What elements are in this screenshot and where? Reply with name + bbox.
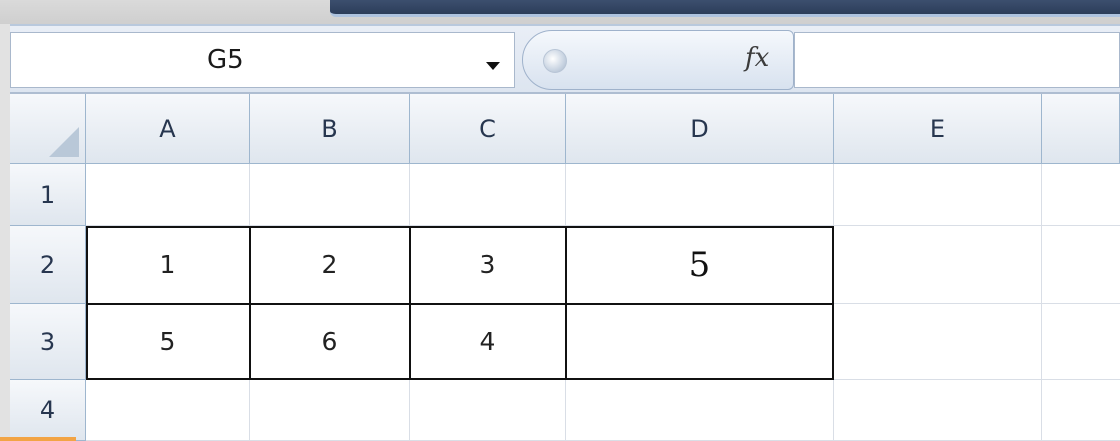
column-header-label: C <box>479 114 496 143</box>
column-header-label: A <box>159 114 176 143</box>
cell-c1[interactable] <box>410 164 566 226</box>
row-header-3[interactable]: 3 <box>10 304 86 380</box>
name-box[interactable]: G5 <box>10 32 515 88</box>
row-header-label: 2 <box>39 250 56 279</box>
cell-a3[interactable]: 5 <box>86 304 250 380</box>
formula-controls: fx <box>522 30 794 90</box>
row-header-4[interactable]: 4 <box>10 380 86 441</box>
cell-e2[interactable] <box>834 226 1042 304</box>
column-header-f-partial[interactable] <box>1042 94 1120 164</box>
cell-a2[interactable]: 1 <box>86 226 250 304</box>
cell-b2[interactable]: 2 <box>250 226 410 304</box>
cell-c2[interactable]: 3 <box>410 226 566 304</box>
cell-f4-partial[interactable] <box>1042 380 1120 441</box>
row-header-2[interactable]: 2 <box>10 226 86 304</box>
column-header-label: B <box>321 114 338 143</box>
column-header-c[interactable]: C <box>410 94 566 164</box>
cell-f1-partial[interactable] <box>1042 164 1120 226</box>
name-box-value: G5 <box>207 45 244 75</box>
column-header-label: D <box>690 114 709 143</box>
cell-c4[interactable] <box>410 380 566 441</box>
cell-e3[interactable] <box>834 304 1042 380</box>
select-all-triangle-icon <box>49 127 79 157</box>
formula-bar: G5 fx <box>10 24 1120 94</box>
cell-b3[interactable]: 6 <box>250 304 410 380</box>
formula-input[interactable] <box>794 32 1120 88</box>
cell-value: 1 <box>159 250 176 279</box>
cell-f2-partial[interactable] <box>1042 226 1120 304</box>
cell-a4[interactable] <box>86 380 250 441</box>
row-header-label: 1 <box>39 180 56 209</box>
cell-b4[interactable] <box>250 380 410 441</box>
table-divider-row <box>86 303 834 305</box>
cell-value: 6 <box>321 327 338 356</box>
row-header-1[interactable]: 1 <box>10 164 86 226</box>
cell-f3-partial[interactable] <box>1042 304 1120 380</box>
active-row-indicator <box>0 437 76 441</box>
row-header-label: 3 <box>39 327 56 356</box>
column-header-e[interactable]: E <box>834 94 1042 164</box>
column-header-b[interactable]: B <box>250 94 410 164</box>
cell-c3[interactable]: 4 <box>410 304 566 380</box>
fx-label: fx <box>745 43 770 73</box>
cell-value: 4 <box>479 327 496 356</box>
cell-value: 2 <box>321 250 338 279</box>
cell-a1[interactable] <box>86 164 250 226</box>
ribbon-dark-band <box>330 0 1120 17</box>
row-header-label: 4 <box>39 396 56 424</box>
cell-value: 5 <box>159 327 176 356</box>
select-all-button[interactable] <box>10 94 86 164</box>
cell-d1[interactable] <box>566 164 834 226</box>
cell-e4[interactable] <box>834 380 1042 441</box>
insert-function-icon[interactable]: fx <box>745 43 769 73</box>
chevron-down-icon[interactable] <box>486 62 500 70</box>
column-header-label: E <box>929 114 946 143</box>
column-header-d[interactable]: D <box>566 94 834 164</box>
column-header-a[interactable]: A <box>86 94 250 164</box>
resize-grip-icon[interactable] <box>543 49 567 73</box>
cell-value: 5 <box>688 244 711 285</box>
cell-d3[interactable] <box>566 304 834 380</box>
cell-d4[interactable] <box>566 380 834 441</box>
window-left-edge <box>0 0 10 441</box>
cell-b1[interactable] <box>250 164 410 226</box>
cell-e1[interactable] <box>834 164 1042 226</box>
cell-d2[interactable]: 5 <box>566 226 834 304</box>
cell-value: 3 <box>479 250 496 279</box>
worksheet-grid: A B C D E 1 2 3 4 1 2 3 5 5 6 4 <box>10 94 1120 441</box>
